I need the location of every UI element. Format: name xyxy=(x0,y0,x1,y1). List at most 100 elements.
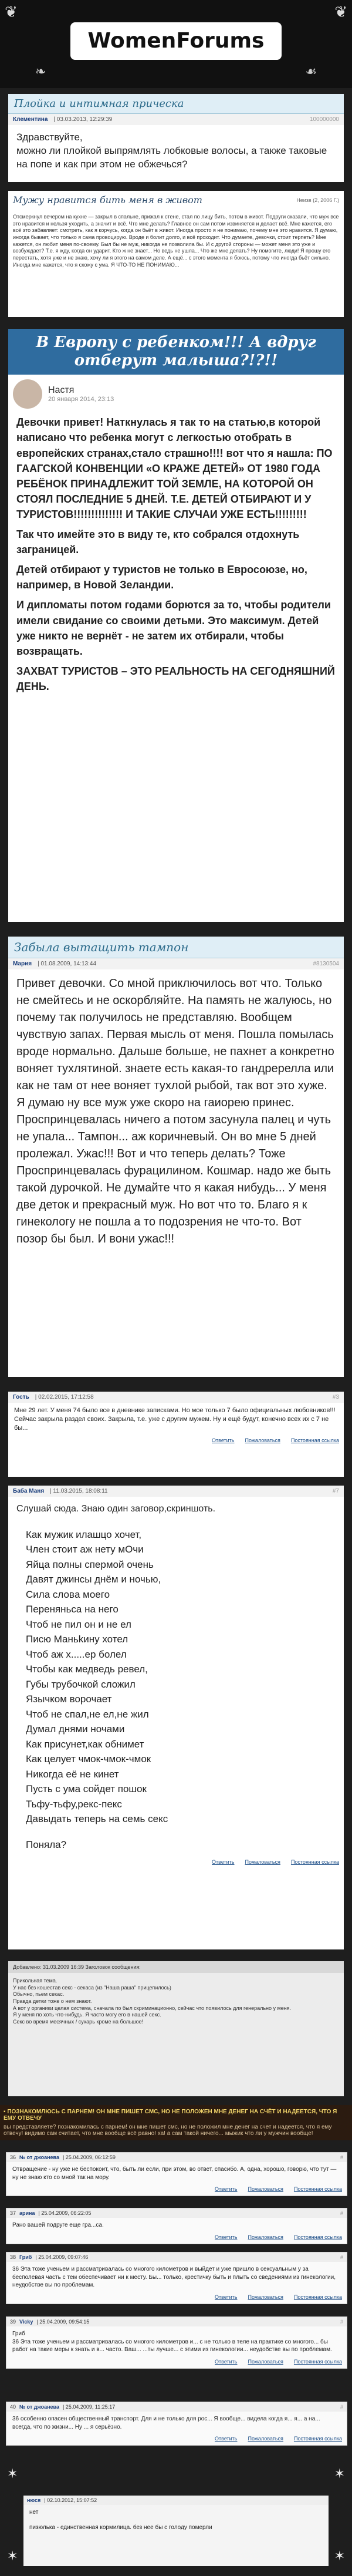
post-id[interactable]: #8130504 xyxy=(313,961,340,967)
comment-end: Поняла? xyxy=(26,1838,67,1850)
post-title[interactable]: Мужу нравится бить меня в живот xyxy=(13,194,202,206)
comment-number: 36 xyxy=(10,2154,16,2160)
comment-item: 38 Гриб | 25.04.2009, 09:07:46 # 36 Эта … xyxy=(6,2252,347,2304)
comment-intro: Слушай сюда. Знаю один заговор,скриншоть… xyxy=(16,1504,216,1514)
comment-meta: нюся | 02.10.2012, 15:07:52 xyxy=(23,2496,329,2505)
site-header: ❦ ❦ WomenForums ❧ ☙ xyxy=(0,0,352,88)
forum-post-old: Добавлено: 31.03.2009 16:39 Заголовок со… xyxy=(8,1961,344,2096)
permalink[interactable]: Постоянная ссылка xyxy=(294,2294,342,2300)
comment-actions: Ответить Пожаловаться Постоянная ссылка xyxy=(8,1858,344,1868)
permalink[interactable]: Постоянная ссылка xyxy=(294,2436,342,2442)
author-name[interactable]: Настя xyxy=(48,385,114,396)
post-date: 20 января 2014, 23:13 xyxy=(48,396,114,403)
permalink[interactable]: Постоянная ссылка xyxy=(291,1859,339,1865)
post-curling-iron: Плойка и интимная прическа Клементина | … xyxy=(8,94,344,182)
post-time: | 01.08.2009, 14:13:44 xyxy=(38,961,97,967)
comment-body: Мне 29 лет. У меня 74 было все в дневник… xyxy=(14,1407,336,1432)
comment-body: 36 особенно опасен общественный транспор… xyxy=(12,2416,320,2430)
post-date: Неизв (2, 2006 Г.) xyxy=(296,197,339,203)
post-header: Мужу нравится бить меня в живот Неизв (2… xyxy=(8,191,344,209)
comment-item: 39 Vicky | 25.04.2009, 09:54:15 # Гриб 3… xyxy=(6,2316,347,2369)
permalink[interactable]: Постоянная ссылка xyxy=(294,2359,342,2365)
author-name[interactable]: № от джоанева xyxy=(19,2404,59,2410)
comment-item: 40 № от джоанева | 25.04.2009, 11:25:17 … xyxy=(6,2402,347,2446)
comment-actions: Ответить Пожаловаться Постоянная ссылка xyxy=(6,2434,347,2445)
post-banner: В Европу с ребенком!!! А вдруг отберут м… xyxy=(8,329,344,375)
star-icon: ✶ xyxy=(7,2548,18,2563)
comment-item: 36 № от джоанева | 25.04.2009, 06:12:59 … xyxy=(6,2152,347,2196)
post-intro: Девочки привет! Наткнулась я так то на с… xyxy=(16,416,321,459)
site-logo[interactable]: WomenForums xyxy=(70,22,282,60)
comment-id[interactable]: # xyxy=(340,2254,343,2260)
comment-id[interactable]: # xyxy=(340,2210,343,2216)
reply-link[interactable]: Ответить xyxy=(215,2186,237,2192)
post-paragraph: Так что имейте это в виду те, кто собрал… xyxy=(16,528,300,556)
reply-link[interactable]: Ответить xyxy=(215,2359,237,2365)
comment-poem: Как мужик илашцо хочет, Член стоит аж не… xyxy=(26,1528,168,1825)
comment-actions: Ответить Пожаловаться Постоянная ссылка xyxy=(8,1436,344,1447)
post-body: Привет девочки. Со мной приключилось вот… xyxy=(16,977,334,1245)
comment-id[interactable]: # xyxy=(340,2319,343,2325)
comment-body: Гриб 36 Эта тоже ученьем и рассматривала… xyxy=(12,2331,332,2353)
post-id[interactable]: 100000000 xyxy=(310,116,339,123)
comment-meta: 37 арина | 25.04.2009, 06:22:05 # xyxy=(6,2208,347,2218)
comment-body: Отвращение - ну уже не беспокоит, что, б… xyxy=(12,2166,337,2181)
topic-title[interactable]: ▪ ПОЗНАКОМЛЮСЬ С ПАРНЕМ! ОН МНЕ ПИШЕТ СМ… xyxy=(4,2109,348,2122)
post-time: | 03.03.2013, 12:29:39 xyxy=(53,116,113,123)
comment-number: 40 xyxy=(10,2404,16,2410)
ornament-left-icon: ❦ xyxy=(5,4,18,21)
report-link[interactable]: Пожаловаться xyxy=(245,1437,280,1443)
comment-meta: 39 Vicky | 25.04.2009, 09:54:15 # xyxy=(6,2317,347,2326)
post-paragraph: И дипломаты потом годами борются за то, … xyxy=(16,599,331,657)
comment-id[interactable]: # xyxy=(340,2404,343,2410)
comment-guest: Гость | 02.02.2015, 17:12:58 #3 Мне 29 л… xyxy=(8,1392,344,1477)
post-head: Добавлено: 31.03.2009 16:39 Заголовок со… xyxy=(8,1961,344,1973)
post-meta: Клементина | 03.03.2013, 12:29:39 100000… xyxy=(8,114,344,125)
permalink[interactable]: Постоянная ссылка xyxy=(291,1437,339,1443)
author-name[interactable]: Мария xyxy=(13,961,32,967)
reply-link[interactable]: Ответить xyxy=(212,1859,234,1865)
comment-baba-manya: Баба Маня | 11.03.2015, 18:08:11 #7 Слуш… xyxy=(8,1486,344,1949)
report-link[interactable]: Пожаловаться xyxy=(248,2234,283,2240)
post-title[interactable]: Плойка и интимная прическа xyxy=(8,94,344,114)
post-body: Девочки привет! Наткнулась я так то на с… xyxy=(8,413,344,700)
reply-link[interactable]: Ответить xyxy=(215,2294,237,2300)
report-link[interactable]: Пожаловаться xyxy=(245,1859,280,1865)
comment-id[interactable]: #3 xyxy=(333,1394,339,1400)
post-title[interactable]: Забыла вытащить тампон xyxy=(8,937,344,958)
reply-link[interactable]: Ответить xyxy=(215,2436,237,2442)
comment-actions: Ответить Пожаловаться Постоянная ссылка xyxy=(6,2358,347,2368)
permalink[interactable]: Постоянная ссылка xyxy=(294,2186,342,2192)
author-name[interactable]: № от джоанева xyxy=(19,2154,59,2160)
author-name[interactable]: Гриб xyxy=(19,2254,32,2260)
post-meta: Мария | 01.08.2009, 14:13:44 #8130504 xyxy=(8,958,344,969)
author-name[interactable]: Гость xyxy=(13,1394,29,1400)
comment-actions: Ответить Пожаловаться Постоянная ссылка xyxy=(6,2233,347,2244)
permalink[interactable]: Постоянная ссылка xyxy=(294,2234,342,2240)
avatar[interactable] xyxy=(13,379,42,409)
report-link[interactable]: Пожаловаться xyxy=(248,2294,283,2300)
author-name[interactable]: Клементина xyxy=(13,116,48,123)
report-link[interactable]: Пожаловаться xyxy=(248,2436,283,2442)
author-name[interactable]: Баба Маня xyxy=(13,1488,44,1494)
comment-id[interactable]: # xyxy=(340,2154,343,2160)
comment-actions: Ответить Пожаловаться Постоянная ссылка xyxy=(6,2293,347,2304)
report-link[interactable]: Пожаловаться xyxy=(248,2186,283,2192)
author-name[interactable]: Vicky xyxy=(19,2319,33,2325)
topic-banner: ▪ ПОЗНАКОМЛЮСЬ С ПАРНЕМ! ОН МНЕ ПИШЕТ СМ… xyxy=(0,2105,352,2140)
report-link[interactable]: Пожаловаться xyxy=(248,2359,283,2365)
comment-time: | 11.03.2015, 18:08:11 xyxy=(50,1488,108,1494)
comment-id[interactable]: #7 xyxy=(333,1488,339,1494)
author-name[interactable]: нюся xyxy=(27,2497,40,2503)
author-name[interactable]: арина xyxy=(19,2210,35,2216)
comment-item: 37 арина | 25.04.2009, 06:22:05 # Рано в… xyxy=(6,2208,347,2244)
comment-actions: Ответить Пожаловаться Постоянная ссылка xyxy=(6,2185,347,2196)
reply-link[interactable]: Ответить xyxy=(212,1437,234,1443)
topic-text: вы представляете? познакомилась с парнем… xyxy=(4,2124,332,2137)
post-europe: В Европу с ребенком!!! А вдруг отберут м… xyxy=(8,329,344,922)
reply-link[interactable]: Ответить xyxy=(215,2234,237,2240)
comment-meta: 38 Гриб | 25.04.2009, 09:07:46 # xyxy=(6,2252,347,2262)
ornament-right-icon: ❦ xyxy=(334,4,347,21)
post-body: Отсмеркнул вечером на кухне — закрыл в с… xyxy=(13,214,339,268)
comment-meta: 36 № от джоанева | 25.04.2009, 06:12:59 … xyxy=(6,2153,347,2162)
